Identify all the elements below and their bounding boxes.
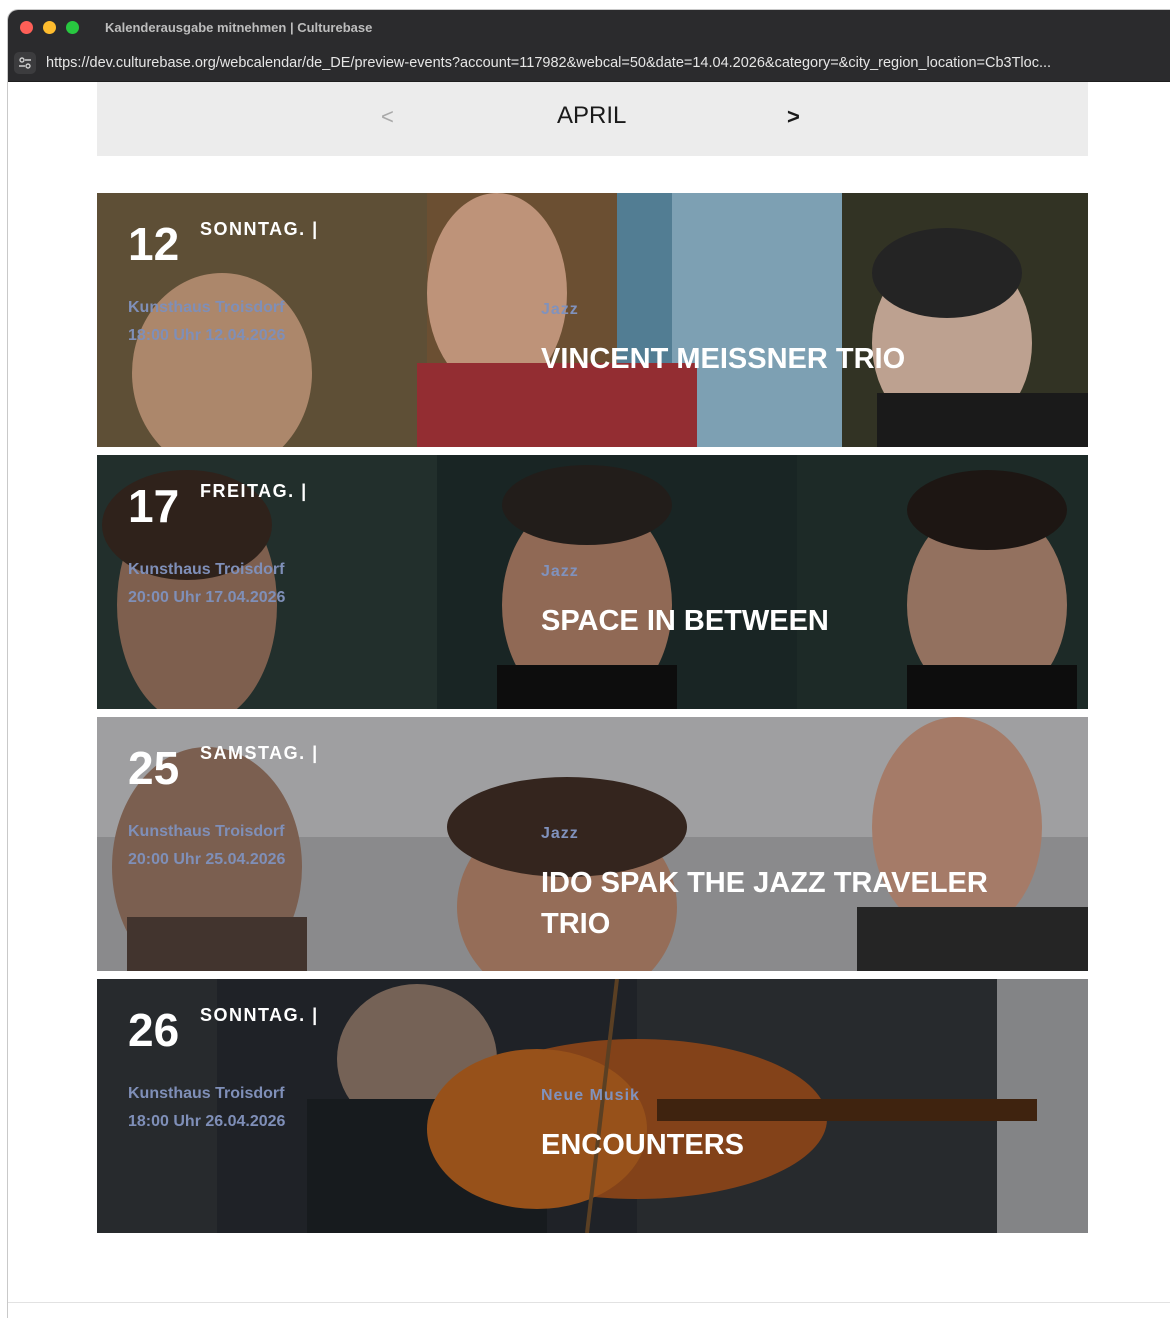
event-category: Jazz xyxy=(541,563,579,580)
event-category: Jazz xyxy=(541,825,579,842)
window-title: Kalenderausgabe mitnehmen | Culturebase xyxy=(105,19,373,35)
event-location: Kunsthaus Troisdorf xyxy=(128,299,285,316)
address-bar[interactable]: https://dev.culturebase.org/webcalendar/… xyxy=(8,44,1170,82)
event-title[interactable]: SPACE IN BETWEEN xyxy=(541,601,1041,642)
event-weekday: SONNTAG. | xyxy=(200,1005,319,1025)
event-time: 18:00 Uhr 26.04.2026 xyxy=(128,1113,286,1130)
event-card[interactable]: 26 SONNTAG. | Kunsthaus Troisdorf 18:00 … xyxy=(97,979,1088,1233)
event-location: Kunsthaus Troisdorf xyxy=(128,1085,285,1102)
event-card[interactable]: 25 SAMSTAG. | Kunsthaus Troisdorf 20:00 … xyxy=(97,717,1088,971)
prev-month-button[interactable]: < xyxy=(381,104,394,130)
event-day: 26 xyxy=(128,1004,180,1056)
event-title[interactable]: IDO SPAK THE JAZZ TRAVELER TRIO xyxy=(541,863,1041,945)
month-label: APRIL xyxy=(557,102,627,129)
event-time: 20:00 Uhr 17.04.2026 xyxy=(128,589,286,606)
event-location: Kunsthaus Troisdorf xyxy=(128,823,285,840)
event-time: 20:00 Uhr 25.04.2026 xyxy=(128,851,286,868)
event-day: 12 xyxy=(128,218,180,270)
event-category: Neue Musik xyxy=(541,1087,640,1104)
event-day: 17 xyxy=(128,480,180,532)
event-card[interactable]: 12 SONNTAG. | Kunsthaus Troisdorf 18:00 … xyxy=(97,193,1088,447)
event-location: Kunsthaus Troisdorf xyxy=(128,561,285,578)
next-month-button[interactable]: > xyxy=(787,104,800,130)
close-window-button[interactable] xyxy=(20,20,33,34)
divider xyxy=(8,1302,1170,1303)
event-day: 25 xyxy=(128,742,180,794)
event-weekday: SAMSTAG. | xyxy=(200,743,319,763)
minimize-window-button[interactable] xyxy=(43,20,56,34)
event-card[interactable]: 17 FREITAG. | Kunsthaus Troisdorf 20:00 … xyxy=(97,455,1088,709)
window-controls xyxy=(20,20,79,34)
maximize-window-button[interactable] xyxy=(66,20,79,34)
browser-window: Kalenderausgabe mitnehmen | Culturebase … xyxy=(8,10,1170,1318)
event-category: Jazz xyxy=(541,301,579,318)
event-weekday: FREITAG. | xyxy=(200,481,308,501)
page-content: < APRIL > 12 SONNTAG. | Kunsthaus Troisd… xyxy=(8,82,1170,1318)
event-title[interactable]: ENCOUNTERS xyxy=(541,1125,1041,1166)
event-time: 18:00 Uhr 12.04.2026 xyxy=(128,327,286,344)
event-title[interactable]: VINCENT MEISSNER TRIO xyxy=(541,339,1041,380)
url-text[interactable]: https://dev.culturebase.org/webcalendar/… xyxy=(46,55,1156,71)
site-settings-icon[interactable] xyxy=(14,51,36,74)
title-bar: Kalenderausgabe mitnehmen | Culturebase xyxy=(8,10,1170,44)
month-navigation: < APRIL > xyxy=(97,82,1088,156)
event-weekday: SONNTAG. | xyxy=(200,219,319,239)
